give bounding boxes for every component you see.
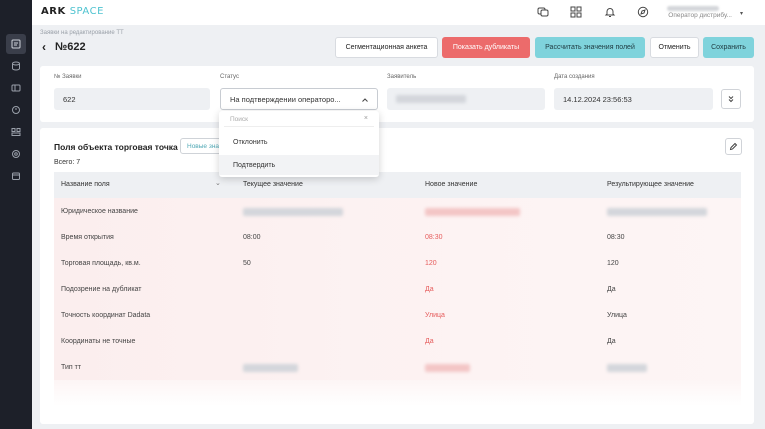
row-result-value: 120 xyxy=(607,260,619,267)
table-row xyxy=(54,276,741,302)
row-result-value: Да xyxy=(607,286,616,293)
created-date-label: Дата создания xyxy=(554,74,595,80)
column-header-name[interactable]: Название поля xyxy=(61,181,110,188)
result-value-redacted xyxy=(607,364,647,372)
table-row xyxy=(54,224,741,250)
row-result-value: Улица xyxy=(607,312,627,319)
show-duplicates-button[interactable]: Показать дубликаты xyxy=(442,37,530,58)
status-value: На подтверждении операторо... xyxy=(230,94,341,104)
row-new-value: Улица xyxy=(425,312,445,319)
table-row xyxy=(54,328,741,354)
column-header-result: Результирующее значение xyxy=(607,181,694,188)
new-value-redacted xyxy=(425,364,470,372)
column-header-current: Текущее значение xyxy=(243,181,303,188)
applicant-value-redacted xyxy=(396,95,466,103)
brand-logo[interactable]: ARK SPACE xyxy=(41,6,104,17)
row-field-name: Подозрение на дубликат xyxy=(61,286,142,293)
breadcrumb[interactable]: Заявки на редактирование ТТ xyxy=(40,30,124,36)
current-value-redacted xyxy=(243,364,298,372)
globe-icon[interactable] xyxy=(6,144,26,164)
row-field-name: Тип тт xyxy=(61,364,82,371)
row-current-value: 08:00 xyxy=(243,234,261,241)
status-label: Статус xyxy=(220,74,239,80)
result-value-redacted xyxy=(607,208,707,216)
request-number-label: № Заявки xyxy=(54,74,82,80)
row-result-value: Да xyxy=(607,338,616,345)
grid-icon[interactable] xyxy=(569,5,583,19)
applicant-field xyxy=(387,88,545,110)
row-field-name: Торговая площадь, кв.м. xyxy=(61,260,141,267)
dropdown-search-input[interactable]: Поиск × xyxy=(224,113,374,127)
dropdown-search-placeholder: Поиск xyxy=(230,116,249,123)
chevron-down-icon[interactable]: ▾ xyxy=(740,10,743,17)
circle-icon[interactable] xyxy=(6,100,26,120)
calculate-fields-button[interactable]: Рассчитать значения полей xyxy=(535,37,645,58)
dropdown-option-confirm[interactable]: Подтвердить xyxy=(219,155,379,175)
segmentation-form-button[interactable]: Сегментационная анкета xyxy=(335,37,438,58)
row-new-value: Да xyxy=(425,286,434,293)
total-count: Всего: 7 xyxy=(54,159,81,166)
row-field-name: Юридическое название xyxy=(61,208,138,215)
row-field-name: Точность координат Dadata xyxy=(61,312,151,319)
users-icon[interactable] xyxy=(6,122,26,142)
chevron-down-icon[interactable]: ⌄ xyxy=(215,179,221,187)
request-number-value: 622 xyxy=(63,94,76,104)
dropdown-option-reject[interactable]: Отклонить xyxy=(219,132,379,152)
calendar-icon[interactable] xyxy=(6,166,26,186)
row-new-value: Да xyxy=(425,338,434,345)
row-new-value: 08:30 xyxy=(425,234,443,241)
row-field-name: Время открытия xyxy=(61,234,114,241)
cancel-button[interactable]: Отменить xyxy=(650,37,699,58)
layers-icon[interactable] xyxy=(6,78,26,98)
row-field-name: Координаты не точные xyxy=(61,338,136,345)
request-number-field: 622 xyxy=(54,88,210,110)
table-footer xyxy=(54,380,741,406)
requests-nav-icon[interactable] xyxy=(6,34,26,54)
edit-button[interactable] xyxy=(725,138,742,155)
page-title: №622 xyxy=(55,41,86,53)
table-row xyxy=(54,250,741,276)
status-select[interactable]: На подтверждении операторо... xyxy=(220,88,378,110)
bell-icon[interactable] xyxy=(603,5,617,19)
pencil-icon xyxy=(729,142,738,151)
save-button[interactable]: Сохранить xyxy=(703,37,754,58)
database-icon[interactable] xyxy=(6,56,26,76)
chat-icon[interactable] xyxy=(536,5,550,19)
clear-icon[interactable]: × xyxy=(364,115,368,122)
sidebar xyxy=(0,0,32,429)
applicant-label: Заявитель xyxy=(387,74,417,80)
row-result-value: 08:30 xyxy=(607,234,625,241)
column-header-new: Новое значение xyxy=(425,181,478,188)
new-value-redacted xyxy=(425,208,520,216)
section-title: Поля объекта торговая точка xyxy=(54,142,178,152)
chevron-up-icon xyxy=(362,98,368,102)
table-row xyxy=(54,302,741,328)
current-value-redacted xyxy=(243,208,343,216)
created-date-value: 14.12.2024 23:56:53 xyxy=(563,94,632,104)
expand-button[interactable] xyxy=(721,89,741,109)
user-name[interactable] xyxy=(667,6,719,11)
user-role[interactable]: Оператор дистрибу... xyxy=(638,12,732,19)
created-date-field: 14.12.2024 23:56:53 xyxy=(554,88,713,110)
double-chevron-down-icon xyxy=(728,96,734,103)
row-current-value: 50 xyxy=(243,260,251,267)
row-new-value: 120 xyxy=(425,260,437,267)
back-arrow-icon[interactable]: ‹ xyxy=(42,40,46,54)
